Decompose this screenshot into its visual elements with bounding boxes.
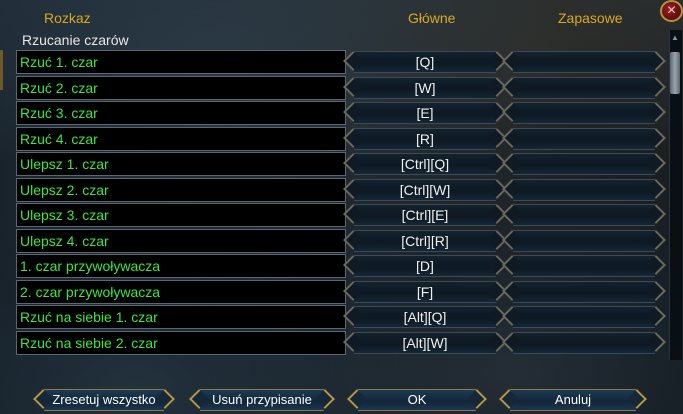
alt-key-button[interactable]	[513, 179, 655, 201]
main-key-button[interactable]: [E]	[354, 102, 496, 124]
alt-key-button[interactable]	[513, 332, 655, 354]
main-key-button[interactable]: [D]	[354, 255, 496, 277]
main-key-button[interactable]: [Q]	[354, 51, 496, 73]
column-headers: Rozkaz Główne Zapasowe	[0, 10, 683, 28]
binding-row: Rzuć 3. czar [E]	[0, 101, 683, 125]
binding-row: Rzuć 2. czar [W]	[0, 76, 683, 100]
binding-row: Rzuć na siebie 2. czar [Alt][W]	[0, 331, 683, 355]
command-label: Ulepsz 1. czar	[16, 152, 346, 176]
command-label: Rzuć 4. czar	[16, 127, 346, 151]
command-label: Ulepsz 3. czar	[16, 203, 346, 227]
command-label: Ulepsz 4. czar	[16, 229, 346, 253]
main-key-button[interactable]: [W]	[354, 77, 496, 99]
section-title: Rzucanie czarów	[22, 32, 129, 48]
close-icon[interactable]: ×	[660, 0, 683, 22]
alt-key-button[interactable]	[513, 128, 655, 150]
remove-binding-button[interactable]: Usuń przypisanie	[200, 389, 324, 411]
binding-row: 2. czar przywoływacza [F]	[0, 280, 683, 304]
main-key-button[interactable]: [F]	[354, 281, 496, 303]
main-key-button[interactable]: [Alt][W]	[354, 332, 496, 354]
command-label: Rzuć na siebie 2. czar	[16, 331, 346, 355]
header-alt: Zapasowe	[558, 10, 623, 26]
alt-key-button[interactable]	[513, 204, 655, 226]
command-label: 2. czar przywoływacza	[16, 280, 346, 304]
keybindings-window: Rozkaz Główne Zapasowe × Rzucanie czarów…	[0, 0, 683, 414]
binding-row: Ulepsz 1. czar [Ctrl][Q]	[0, 152, 683, 176]
ok-button[interactable]: OK	[358, 389, 476, 411]
alt-key-button[interactable]	[513, 255, 655, 277]
main-key-button[interactable]: [Ctrl][E]	[354, 204, 496, 226]
main-key-button[interactable]: [Ctrl][R]	[354, 230, 496, 252]
binding-row: Rzuć 4. czar [R]	[0, 127, 683, 151]
command-label: Ulepsz 2. czar	[16, 178, 346, 202]
command-label: 1. czar przywoływacza	[16, 254, 346, 278]
alt-key-button[interactable]	[513, 153, 655, 175]
reset-all-button[interactable]: Zresetuj wszystko	[44, 389, 164, 411]
scroll-up-arrow-icon[interactable]: ▲	[670, 32, 680, 44]
alt-key-button[interactable]	[513, 281, 655, 303]
main-key-button[interactable]: [R]	[354, 128, 496, 150]
main-key-button[interactable]: [Ctrl][Q]	[354, 153, 496, 175]
command-label: Rzuć 1. czar	[16, 50, 346, 74]
binding-row: Ulepsz 4. czar [Ctrl][R]	[0, 229, 683, 253]
cancel-button[interactable]: Anuluj	[510, 389, 636, 411]
alt-key-button[interactable]	[513, 306, 655, 328]
main-key-button[interactable]: [Ctrl][W]	[354, 179, 496, 201]
binding-row: Ulepsz 3. czar [Ctrl][E]	[0, 203, 683, 227]
alt-key-button[interactable]	[513, 51, 655, 73]
binding-row: Rzuć 1. czar [Q]	[0, 50, 683, 74]
alt-key-button[interactable]	[513, 230, 655, 252]
alt-key-button[interactable]	[513, 77, 655, 99]
command-label: Rzuć 3. czar	[16, 101, 346, 125]
header-command: Rozkaz	[44, 10, 91, 26]
command-label: Rzuć na siebie 1. czar	[16, 305, 346, 329]
binding-row: Ulepsz 2. czar [Ctrl][W]	[0, 178, 683, 202]
command-label: Rzuć 2. czar	[16, 76, 346, 100]
binding-row: Rzuć na siebie 1. czar [Alt][Q]	[0, 305, 683, 329]
alt-key-button[interactable]	[513, 102, 655, 124]
main-key-button[interactable]: [Alt][Q]	[354, 306, 496, 328]
header-main: Główne	[408, 10, 456, 26]
binding-row: 1. czar przywoływacza [D]	[0, 254, 683, 278]
